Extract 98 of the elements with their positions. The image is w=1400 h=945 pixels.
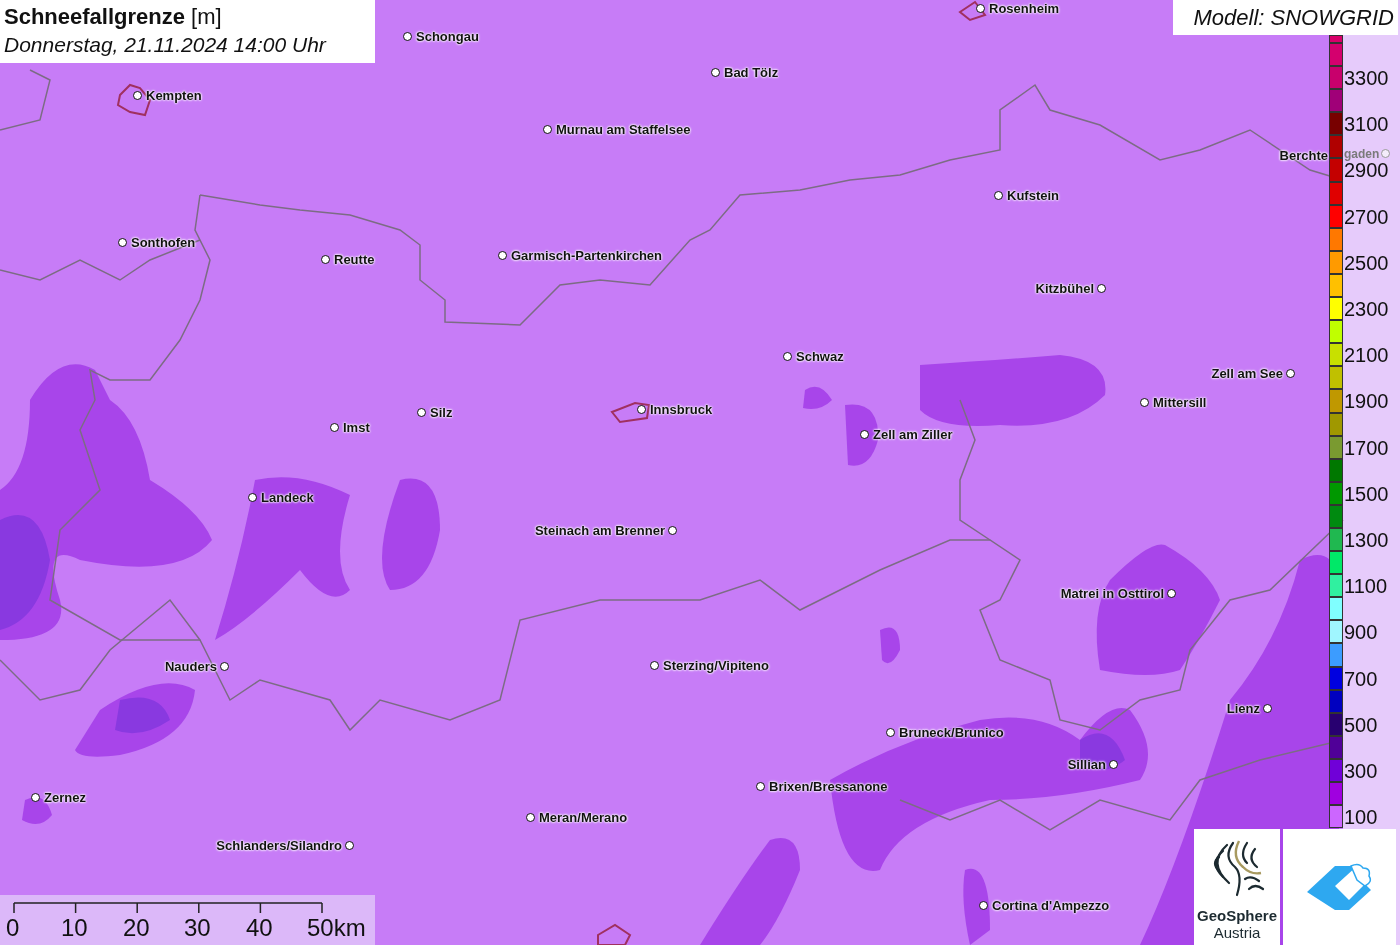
city-label: Matrei in Osttirol xyxy=(1060,586,1164,601)
city-marker-icon xyxy=(1167,589,1176,598)
city-marker-icon xyxy=(417,408,426,417)
city-label: Sonthofen xyxy=(131,235,196,250)
legend-label: 1500 xyxy=(1344,483,1389,504)
city-outline xyxy=(610,401,651,424)
legend-label: 700 xyxy=(1344,668,1378,689)
legend-label: 2500 xyxy=(1344,252,1389,273)
city-label: Sillian xyxy=(1067,757,1106,772)
city-label: Berchte xyxy=(1279,148,1328,163)
city-marker-icon xyxy=(1263,704,1272,713)
city-marker-icon xyxy=(31,793,40,802)
city-label: Kitzbühel xyxy=(1035,281,1094,296)
city-label: Zell am Ziller xyxy=(873,427,953,442)
low-snowline-area xyxy=(115,697,170,734)
city-marker-icon xyxy=(994,191,1003,200)
legend-label: 900 xyxy=(1344,622,1378,643)
city-marker-icon xyxy=(1109,760,1118,769)
city-marker-icon xyxy=(345,841,354,850)
city-label: Meran/Merano xyxy=(539,810,628,825)
city-marker-icon xyxy=(403,32,412,41)
scale-label: 10 xyxy=(61,915,88,941)
city-label: Imst xyxy=(343,420,370,435)
scale-label: 30 xyxy=(184,915,211,941)
city-label: Brixen/Bressanone xyxy=(769,779,888,794)
city-marker-icon xyxy=(1381,149,1390,158)
legend-label: 1100 xyxy=(1344,576,1387,597)
country-border xyxy=(0,69,51,131)
city-marker-icon xyxy=(711,68,720,77)
legend-label: 500 xyxy=(1344,714,1378,735)
city-label: Kempten xyxy=(146,88,202,103)
city-marker-icon xyxy=(668,526,677,535)
legend-label: 3100 xyxy=(1344,114,1389,135)
legend-label: 300 xyxy=(1344,760,1378,781)
city-marker-icon xyxy=(330,423,339,432)
city-label: Murnau am Staffelsee xyxy=(556,122,691,137)
city-label: Bad Tölz xyxy=(724,65,779,80)
city-marker-icon xyxy=(220,662,229,671)
city-marker-icon xyxy=(118,238,127,247)
city-marker-icon xyxy=(498,251,507,260)
city-label: Bruneck/Brunico xyxy=(899,725,1004,740)
city-label: Kufstein xyxy=(1007,188,1059,203)
city-label: Zernez xyxy=(44,790,86,805)
city-marker-icon xyxy=(526,813,535,822)
map-title: Schneefallgrenze [m] xyxy=(4,3,223,31)
city-label: Reutte xyxy=(334,252,375,267)
city-marker-icon xyxy=(783,352,792,361)
logo-name: GeoSphere xyxy=(1197,907,1277,924)
legend-label: 2700 xyxy=(1344,206,1389,227)
snowfall-area xyxy=(803,386,832,409)
city-outline xyxy=(958,0,987,22)
city-marker-icon xyxy=(133,91,142,100)
legend-label: 100 xyxy=(1344,807,1378,828)
city-marker-icon xyxy=(1097,284,1106,293)
city-marker-icon xyxy=(979,901,988,910)
model-label: Modell: SNOWGRID xyxy=(1173,0,1398,35)
city-marker-icon xyxy=(886,728,895,737)
legend-label: 1900 xyxy=(1344,391,1389,412)
city-label: Schwaz xyxy=(796,349,844,364)
city-label: Lienz xyxy=(1226,701,1260,716)
city-label: Cortina d'Ampezzo xyxy=(992,898,1110,913)
city-marker-icon xyxy=(756,782,765,791)
logo-subtitle: Austria xyxy=(1213,924,1261,941)
legend-label: 1700 xyxy=(1344,437,1389,458)
city-marker-icon xyxy=(860,430,869,439)
city-label: Nauders xyxy=(164,659,217,674)
city-marker-icon xyxy=(321,255,330,264)
city-label: Silz xyxy=(430,405,453,420)
city-marker-icon xyxy=(1286,369,1295,378)
legend-label: 3300 xyxy=(1344,68,1389,89)
city-label: gaden xyxy=(1344,147,1380,161)
city-label: Garmisch-Partenkirchen xyxy=(511,248,662,263)
map-date: Donnerstag, 21.11.2024 14:00 Uhr xyxy=(4,32,328,58)
legend-label: 2300 xyxy=(1344,299,1389,320)
city-marker-icon xyxy=(637,405,646,414)
city-label: Landeck xyxy=(261,490,314,505)
legend-label: 2100 xyxy=(1344,345,1389,366)
city-label: Schongau xyxy=(416,29,479,44)
city-label: Steinach am Brenner xyxy=(534,523,665,538)
city-marker-icon xyxy=(650,661,659,670)
city-label: Schlanders/Silandro xyxy=(216,838,342,853)
city-label: Rosenheim xyxy=(989,1,1060,16)
scale-label: 40 xyxy=(246,915,273,941)
city-label: Innsbruck xyxy=(650,402,713,417)
city-marker-icon xyxy=(1140,398,1149,407)
scale-label: 0 xyxy=(6,915,20,941)
snowfall-area xyxy=(880,627,900,664)
city-label: Mittersill xyxy=(1153,395,1207,410)
scale-label: 20 xyxy=(123,915,150,941)
city-marker-icon xyxy=(976,4,985,13)
city-label: Sterzing/Vipiteno xyxy=(663,658,769,673)
city-label: Zell am See xyxy=(1211,366,1283,381)
city-marker-icon xyxy=(248,493,257,502)
city-outline xyxy=(597,923,632,945)
legend-label: 1300 xyxy=(1344,529,1389,550)
legend-label: 2900 xyxy=(1344,160,1389,181)
scale-label: 50km xyxy=(307,915,366,941)
city-marker-icon xyxy=(543,125,552,134)
